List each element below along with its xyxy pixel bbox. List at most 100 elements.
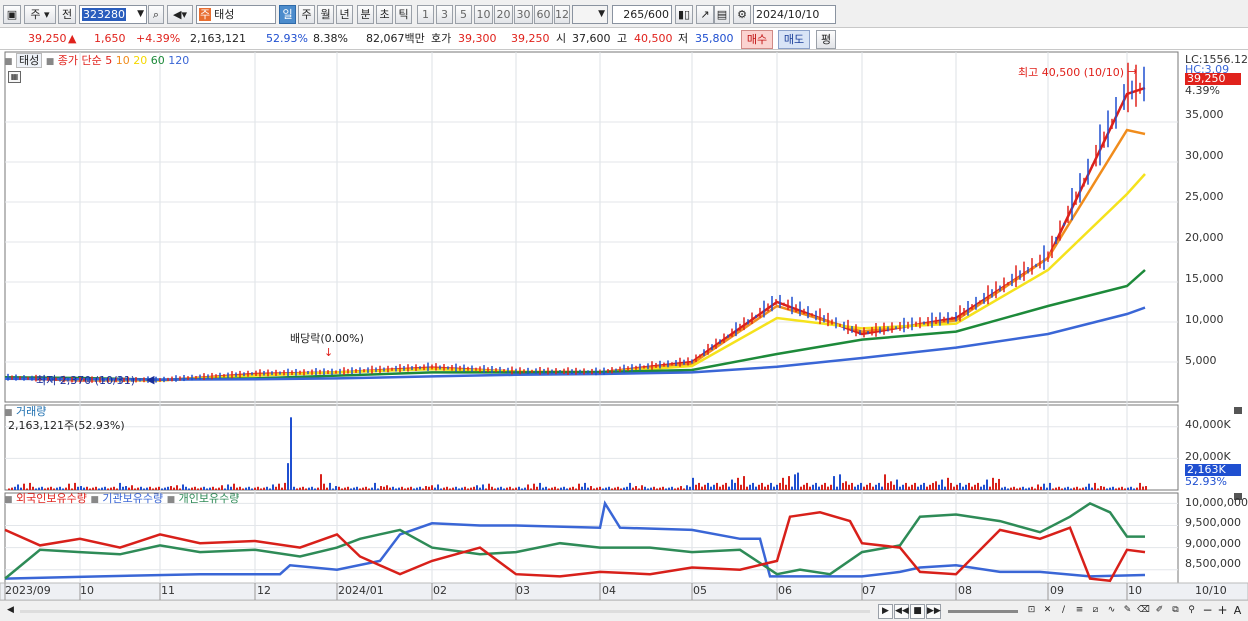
- volume-bar: [455, 486, 457, 490]
- channel-icon[interactable]: ⧄: [1088, 604, 1103, 619]
- period-tick[interactable]: 틱: [395, 5, 412, 24]
- table-icon[interactable]: ▦: [8, 71, 21, 83]
- sell-button[interactable]: 매도: [778, 30, 810, 49]
- x-label-06: 06: [778, 584, 792, 597]
- volume-bars: [8, 417, 1147, 490]
- text-tool-icon[interactable]: ✐: [1152, 604, 1167, 619]
- volume-bar: [773, 486, 775, 490]
- volume-bar: [350, 488, 352, 490]
- zoom-out-icon[interactable]: −: [1200, 604, 1215, 619]
- volume-bar: [179, 488, 181, 490]
- market-select[interactable]: 주 ▾: [24, 5, 56, 24]
- volume-bar: [611, 488, 613, 490]
- period-year[interactable]: 년: [336, 5, 353, 24]
- prev-button[interactable]: 전: [58, 5, 76, 24]
- ma-line-5: [4, 86, 1146, 382]
- date-field[interactable]: 2024/10/10: [753, 5, 836, 24]
- save-icon[interactable]: ▤: [714, 5, 730, 24]
- interval-10[interactable]: 10: [474, 5, 493, 24]
- interval-3[interactable]: 3: [436, 5, 453, 24]
- fib-icon[interactable]: ≡: [1072, 604, 1087, 619]
- volume-bar: [326, 487, 328, 490]
- volume-bar: [659, 487, 661, 490]
- font-size-icon[interactable]: A: [1230, 604, 1245, 619]
- wave-icon[interactable]: ∿: [1104, 604, 1119, 619]
- search-icon[interactable]: ⌕: [148, 5, 164, 24]
- draw-line-icon[interactable]: ↗: [696, 5, 714, 24]
- crosshair-icon[interactable]: ✕: [1040, 604, 1055, 619]
- eraser-icon[interactable]: ⌫: [1136, 604, 1151, 619]
- chevron-down-icon[interactable]: ▼: [137, 6, 144, 23]
- scroll-track[interactable]: [20, 610, 870, 613]
- up-arrow-icon: ▲: [68, 32, 77, 45]
- volume-bar: [614, 487, 616, 490]
- volume-bar: [932, 482, 934, 490]
- volume-bar: [491, 486, 493, 490]
- code-input[interactable]: 323280 ▼: [79, 5, 147, 24]
- interval-dropdown[interactable]: ▼: [572, 5, 608, 24]
- speaker-icon[interactable]: ◀▾: [167, 5, 193, 24]
- buy-button[interactable]: 매수: [741, 30, 773, 49]
- count-field[interactable]: 265/600: [612, 5, 672, 24]
- ma-20: 20: [133, 54, 148, 67]
- volume-bar: [236, 487, 238, 490]
- volume-bar: [848, 484, 850, 490]
- volume-sub: 2,163,121주(52.93%): [8, 419, 125, 432]
- stop-icon[interactable]: ■: [910, 604, 925, 619]
- stock-name-field[interactable]: 주 태성: [196, 5, 276, 24]
- volume-bar: [785, 484, 787, 490]
- interval-120[interactable]: 120: [554, 5, 570, 24]
- gear-icon[interactable]: ⚙: [733, 5, 751, 24]
- scroll-left-icon[interactable]: ◀: [3, 604, 18, 619]
- volume-bar: [53, 488, 55, 490]
- zoom-slider[interactable]: [948, 610, 1018, 613]
- volume-bar: [176, 485, 178, 490]
- volume-bar: [20, 487, 22, 490]
- chart-scrollbar[interactable]: ◀ ▶ ◀◀ ■ ▶▶ ⊡ ✕ ∕ ≡ ⧄ ∿ ✎ ⌫ ✐ ⧉ ⚲ − + A: [0, 600, 1248, 621]
- copy-icon[interactable]: ⧉: [1168, 604, 1183, 619]
- zoom-icon[interactable]: ⚲: [1184, 604, 1199, 619]
- volume-bar: [1058, 486, 1060, 490]
- volume-bar: [779, 482, 781, 490]
- count-max: /600: [644, 8, 669, 21]
- volume-bar: [515, 487, 517, 490]
- quote-bar: 39,250 ▲ 1,650 +4.39% 2,163,121 52.93% 8…: [0, 28, 1248, 50]
- pencil-icon[interactable]: ✎: [1120, 604, 1135, 619]
- compare-icon[interactable]: ⊡: [1024, 604, 1039, 619]
- volume-bar: [341, 488, 343, 490]
- volume-bar: [581, 486, 583, 490]
- candle-type-icon[interactable]: ▮▯: [675, 5, 693, 24]
- volume-bar: [1064, 487, 1066, 490]
- volume-bar: [995, 482, 997, 490]
- x-label-07: 07: [862, 584, 876, 597]
- interval-5[interactable]: 5: [455, 5, 472, 24]
- play-icon[interactable]: ▶: [878, 604, 893, 619]
- period-day[interactable]: 일: [279, 5, 296, 24]
- period-month[interactable]: 월: [317, 5, 334, 24]
- volume-bar: [833, 476, 835, 490]
- fast-forward-icon[interactable]: ▶▶: [926, 604, 941, 619]
- rewind-icon[interactable]: ◀◀: [894, 604, 909, 619]
- interval-30[interactable]: 30: [514, 5, 533, 24]
- volume-bar: [446, 486, 448, 490]
- period-second[interactable]: 초: [376, 5, 393, 24]
- volume-bar: [713, 484, 715, 490]
- panel-close-icon[interactable]: [1234, 407, 1242, 414]
- eval-button[interactable]: 평: [816, 30, 836, 49]
- interval-60[interactable]: 60: [534, 5, 553, 24]
- volume-bar: [338, 486, 340, 490]
- volume-bar: [1007, 488, 1009, 490]
- layout-icon[interactable]: ▣: [3, 5, 21, 24]
- volume-bar: [275, 486, 277, 490]
- trendline-icon[interactable]: ∕: [1056, 604, 1071, 619]
- volume-bar: [332, 488, 334, 490]
- interval-1[interactable]: 1: [417, 5, 434, 24]
- period-minute[interactable]: 분: [357, 5, 374, 24]
- volume-bar: [266, 486, 268, 490]
- stock-tab[interactable]: 태성: [16, 53, 43, 68]
- volume-bar: [1142, 486, 1144, 490]
- interval-20[interactable]: 20: [494, 5, 513, 24]
- period-week[interactable]: 주: [298, 5, 315, 24]
- zoom-in-icon[interactable]: +: [1215, 604, 1230, 619]
- low-annotation: 최저 2,370 (10/31): [36, 374, 136, 387]
